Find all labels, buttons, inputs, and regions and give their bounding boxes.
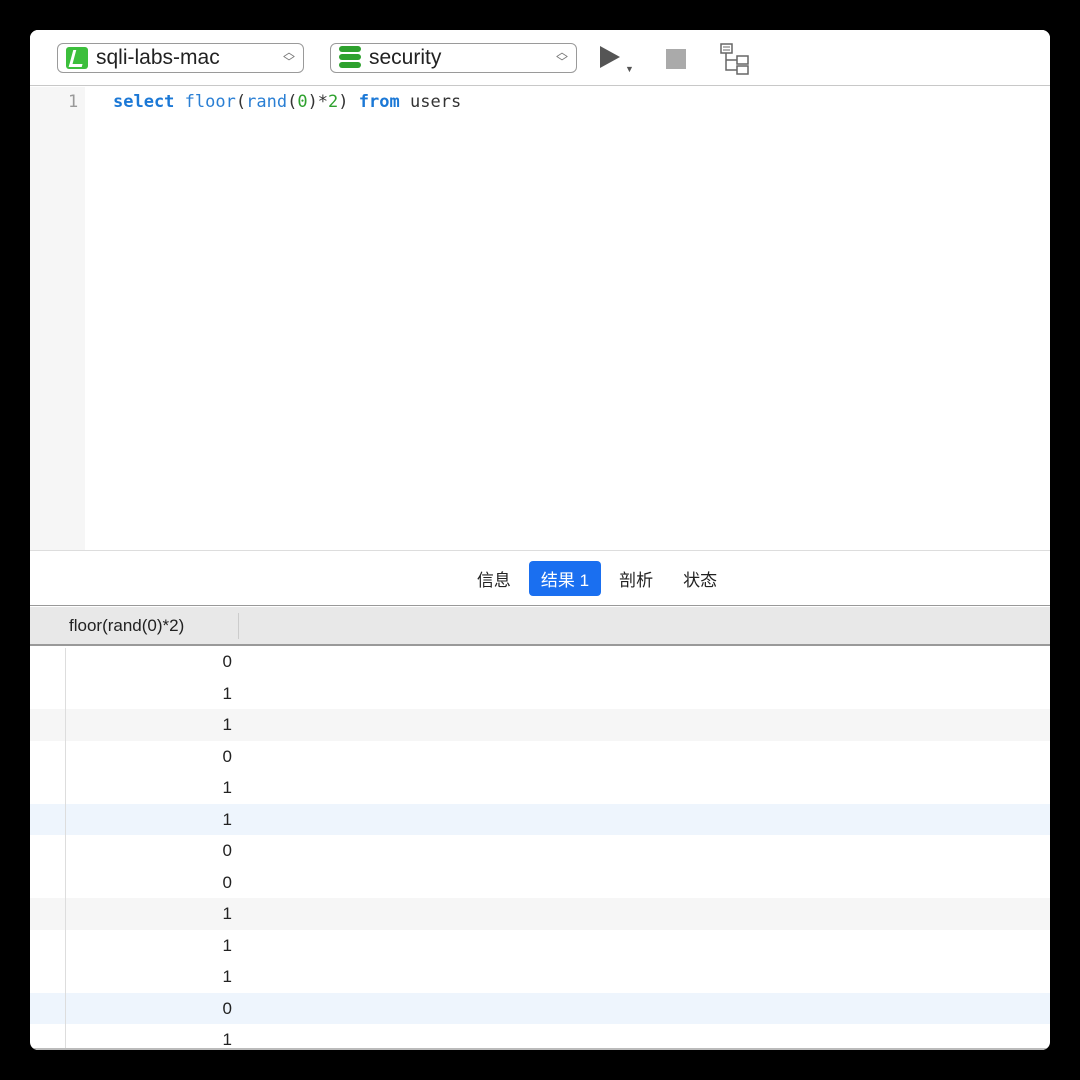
num-two: 2 (328, 92, 339, 112)
tab-profile[interactable]: 剖析 (607, 561, 665, 596)
run-dropdown-icon[interactable]: ▼ (625, 64, 634, 74)
column-resize-handle[interactable] (238, 613, 239, 639)
cell-value: 1 (222, 683, 232, 703)
cell-value: 1 (222, 1030, 232, 1049)
cell-value: 1 (222, 967, 232, 986)
num-zero: 0 (297, 92, 308, 112)
fn-rand: rand (246, 92, 288, 112)
explain-icon[interactable] (720, 43, 750, 75)
cell-value: 0 (222, 841, 232, 860)
connection-icon (66, 47, 88, 69)
table-row[interactable]: 0 (30, 992, 1050, 1024)
stop-icon[interactable] (666, 49, 686, 69)
tab-result-1[interactable]: 结果 1 (528, 560, 602, 596)
cell-value: 1 (222, 778, 232, 797)
table-row[interactable]: 0 (30, 646, 1050, 678)
cell-value: 0 (222, 998, 232, 1018)
kw-from: from (358, 92, 400, 112)
table-row[interactable]: 1 (30, 678, 1050, 710)
table-row[interactable]: 1 (30, 709, 1050, 741)
paren: ) (338, 92, 349, 112)
database-label: security (369, 46, 442, 69)
chevron-updown-icon: ︿ ﹀ (282, 45, 295, 69)
grid-header: floor(rand(0)*2) (30, 607, 1050, 646)
tab-info[interactable]: 信息 (465, 561, 523, 596)
line-gutter: 1 (30, 87, 85, 550)
kw-select: select (113, 92, 175, 112)
column-header[interactable]: floor(rand(0)*2) (69, 616, 184, 636)
toolbar: sqli-labs-mac ︿ ﹀ security ︿ ﹀ ▼ (30, 30, 1050, 86)
table-row[interactable]: 1 (30, 961, 1050, 993)
cell-value: 0 (222, 746, 232, 766)
connection-select[interactable]: sqli-labs-mac ︿ ﹀ (57, 43, 304, 73)
bottom-border (30, 1048, 1050, 1050)
database-select[interactable]: security ︿ ﹀ (330, 43, 577, 73)
table-row[interactable]: 1 (30, 772, 1050, 804)
chevron-updown-icon: ︿ ﹀ (555, 45, 568, 69)
cell-value: 0 (222, 872, 232, 892)
table-row[interactable]: 1 (30, 930, 1050, 962)
window: sqli-labs-mac ︿ ﹀ security ︿ ﹀ ▼ 1 select … (30, 30, 1050, 1050)
connection-label: sqli-labs-mac (96, 46, 220, 69)
result-tabs: 信息 结果 1 剖析 状态 (30, 550, 1050, 606)
table-row[interactable]: 0 (30, 835, 1050, 867)
table-row[interactable]: 0 (30, 741, 1050, 773)
cell-value: 0 (222, 652, 232, 671)
run-icon[interactable] (600, 46, 620, 68)
fn-floor: floor (184, 92, 236, 112)
cell-value: 1 (222, 809, 232, 829)
cell-value: 1 (222, 904, 232, 923)
result-grid: floor(rand(0)*2) 0 1 1 0 1 1 0 0 1 1 1 0 1 (30, 607, 1050, 1050)
table-row[interactable]: 1 (30, 803, 1050, 835)
paren: ( (235, 92, 247, 112)
database-icon (339, 46, 361, 70)
paren: ( (287, 92, 298, 112)
tab-status[interactable]: 状态 (671, 561, 729, 596)
table-row[interactable]: 1 (30, 1024, 1050, 1050)
table-row[interactable]: 1 (30, 898, 1050, 930)
sql-code[interactable]: select floor(rand(0)*2) from users (113, 92, 461, 112)
table-name: users (410, 92, 462, 112)
sql-editor[interactable]: 1 select floor(rand(0)*2) from users (30, 87, 1050, 550)
line-number: 1 (68, 92, 79, 112)
operator: )* (307, 92, 329, 112)
table-row[interactable]: 0 (30, 867, 1050, 899)
cell-value: 1 (222, 715, 232, 734)
cell-value: 1 (222, 935, 232, 955)
row-gutter-divider (65, 648, 66, 1050)
